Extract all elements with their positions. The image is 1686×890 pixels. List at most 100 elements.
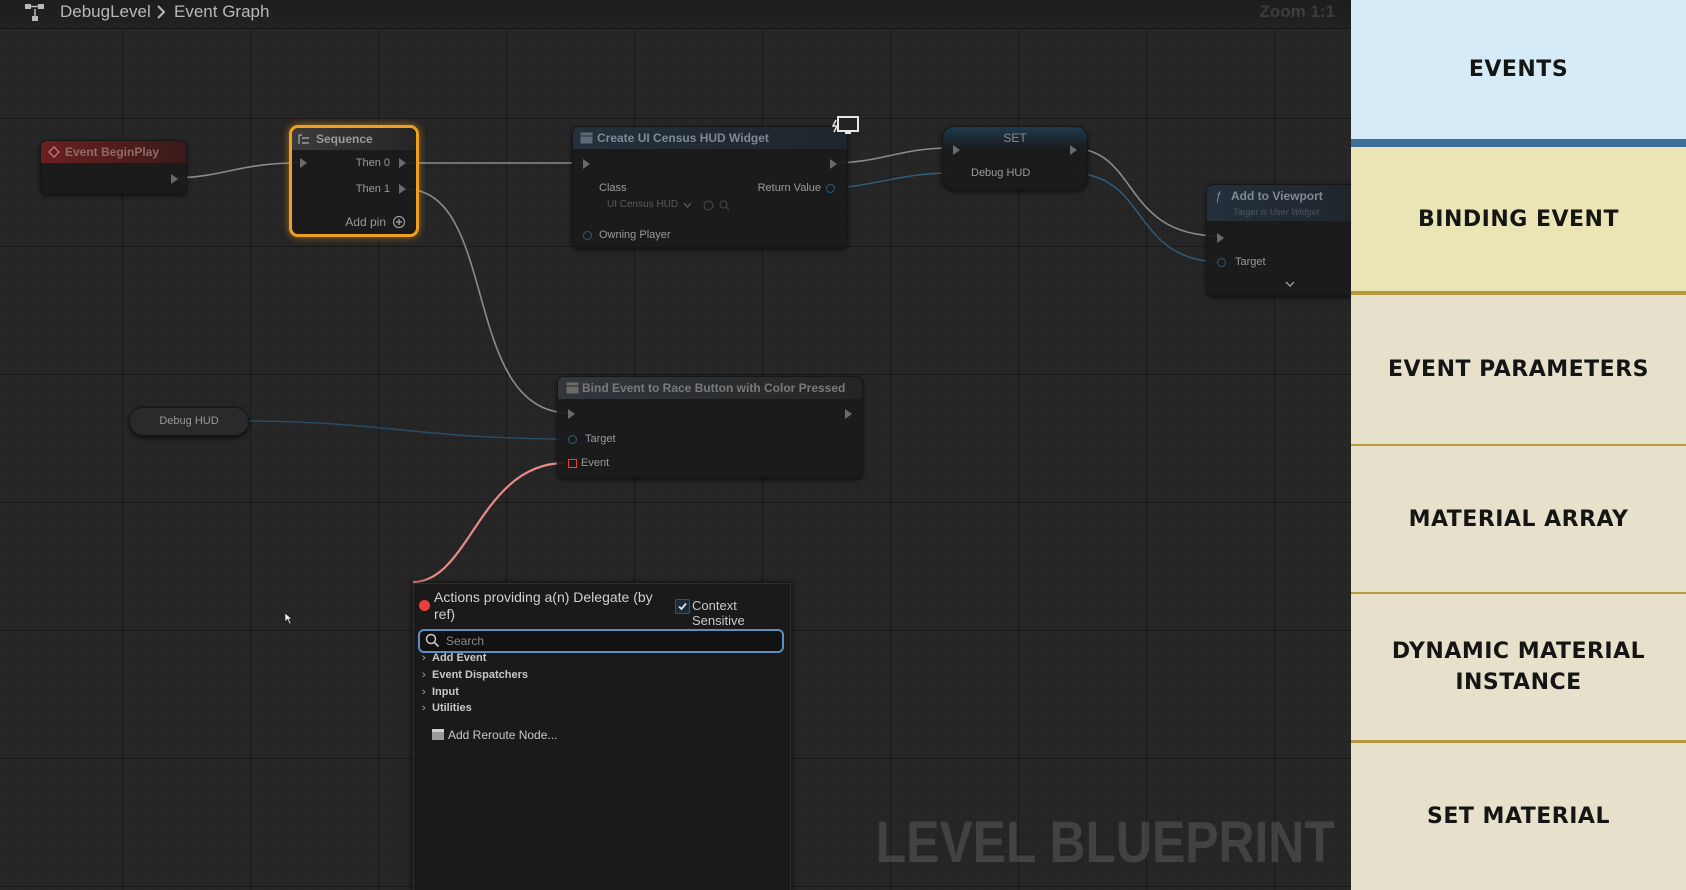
event-delegate-pin[interactable] — [568, 459, 577, 468]
category-label: Input — [432, 686, 459, 698]
exec-wire-beginplay-sequence — [171, 162, 298, 179]
exec-in-pin[interactable] — [953, 145, 960, 155]
action-search-field[interactable] — [418, 629, 784, 653]
chevron-right-icon — [157, 5, 166, 19]
topic-panel: EVENTS BINDING EVENT EVENT PARAMETERS MA… — [1351, 0, 1686, 890]
node-title: Add to Viewport — [1231, 189, 1323, 203]
node-subtitle: Target is User Widget — [1233, 207, 1320, 217]
node-header: Sequence — [292, 128, 416, 150]
node-debug-hud-getter[interactable]: Debug HUD — [129, 407, 249, 436]
exec-in-pin[interactable] — [583, 159, 590, 169]
add-reroute-node-item[interactable]: Add Reroute Node... — [432, 728, 557, 742]
node-header: Create UI Census HUD Widget — [573, 127, 847, 149]
exec-wire-then1-bind — [404, 188, 571, 414]
exec-in-pin[interactable] — [1217, 233, 1224, 243]
node-sequence[interactable]: Sequence Then 0 Then 1 Add pin — [289, 125, 419, 237]
category-label: Utilities — [432, 702, 472, 714]
pin-owning-player: Owning Player — [599, 229, 671, 241]
delegate-pin-type-icon — [419, 600, 430, 611]
node-create-widget[interactable]: Create UI Census HUD Widget Class UI Cen… — [572, 126, 848, 248]
category-label: Add Event — [432, 652, 487, 664]
search-icon[interactable] — [719, 200, 730, 211]
event-diamond-icon — [48, 146, 60, 158]
context-sensitive-checkbox[interactable] — [675, 599, 690, 614]
section-label: EVENTS — [1468, 57, 1569, 82]
node-title: Sequence — [316, 132, 373, 146]
category-input[interactable]: › Input — [422, 686, 459, 702]
breadcrumb-graph[interactable]: Event Graph — [174, 2, 269, 22]
add-pin-label[interactable]: Add pin — [345, 215, 386, 229]
pin-target: Target — [1235, 256, 1266, 268]
exec-in-pin[interactable] — [568, 409, 575, 419]
mouse-cursor-icon — [284, 612, 293, 625]
search-icon — [425, 633, 440, 648]
browse-icon[interactable] — [703, 200, 714, 211]
reroute-node-icon — [432, 729, 444, 740]
exec-wire-set-viewport — [1069, 147, 1221, 237]
section-set-material: SET MATERIAL — [1351, 743, 1686, 890]
breadcrumb-level[interactable]: DebugLevel — [60, 2, 151, 22]
node-event-beginplay[interactable]: Event BeginPlay — [40, 140, 187, 194]
action-context-menu[interactable]: Actions providing a(n) Delegate (by ref)… — [413, 583, 791, 890]
category-label: Event Dispatchers — [432, 669, 528, 681]
exec-out-pin-then0[interactable] — [399, 158, 406, 168]
pin-then0: Then 0 — [355, 157, 390, 169]
section-material-array: MATERIAL ARRAY — [1351, 446, 1686, 592]
chevron-right-icon: › — [422, 652, 426, 664]
chevron-right-icon: › — [422, 702, 426, 714]
chevron-down-icon[interactable] — [1285, 281, 1295, 287]
exec-in-pin[interactable] — [300, 158, 307, 168]
add-pin-icon[interactable] — [392, 215, 406, 229]
checkmark-icon — [678, 602, 687, 611]
delegate-wire-event — [412, 461, 566, 584]
level-blueprint-watermark: LEVEL BLUEPRINT — [875, 810, 1335, 875]
function-icon — [566, 382, 579, 394]
section-event-parameters: EVENT PARAMETERS — [1351, 295, 1686, 444]
owning-player-pin[interactable] — [583, 231, 592, 240]
category-add-event[interactable]: › Add Event — [422, 652, 486, 668]
exec-out-pin[interactable] — [830, 159, 837, 169]
exec-out-pin[interactable] — [1070, 145, 1077, 155]
section-label: SET MATERIAL — [1427, 804, 1610, 829]
exec-out-pin[interactable] — [845, 409, 852, 419]
section-dynamic-material-instance: DYNAMIC MATERIAL INSTANCE — [1351, 594, 1686, 740]
class-dropdown[interactable]: UI Census HUD — [607, 199, 678, 210]
sequence-icon — [298, 134, 309, 144]
search-input[interactable] — [446, 632, 766, 649]
section-events: EVENTS — [1351, 0, 1686, 139]
context-sensitive-label[interactable]: Context Sensitive — [692, 598, 790, 628]
node-set-debug-hud[interactable]: SET Debug HUD — [942, 126, 1088, 190]
category-utilities[interactable]: › Utilities — [422, 702, 472, 718]
node-bind-event[interactable]: Bind Event to Race Button with Color Pre… — [557, 376, 863, 478]
object-wire-debughud-target — [245, 420, 571, 440]
pin-return-value: Return Value — [757, 182, 821, 194]
node-header: Bind Event to Race Button with Color Pre… — [558, 377, 862, 399]
function-icon — [580, 132, 593, 144]
pin-class: Class — [599, 182, 627, 194]
chevron-right-icon: › — [422, 669, 426, 681]
section-divider — [1351, 139, 1686, 147]
exec-out-pin-then1[interactable] — [399, 184, 406, 194]
blueprint-graph-canvas[interactable]: DebugLevel Event Graph Zoom 1:1 Event Be… — [0, 0, 1351, 890]
node-header: Event BeginPlay — [41, 141, 186, 163]
section-label: BINDING EVENT — [1418, 206, 1619, 232]
graph-icon — [25, 4, 44, 21]
node-add-to-viewport[interactable]: Add to Viewport ƒ Target is User Widget … — [1206, 184, 1351, 296]
section-binding-event: BINDING EVENT — [1351, 147, 1686, 291]
exec-out-pin[interactable] — [171, 174, 178, 184]
exec-wire-create-set — [831, 147, 951, 164]
node-title: SET — [1003, 131, 1027, 145]
node-title: Create UI Census HUD Widget — [597, 131, 769, 145]
target-pin[interactable] — [568, 435, 577, 444]
pin-event: Event — [581, 457, 610, 469]
node-title: Bind Event to Race Button with Color Pre… — [582, 381, 846, 395]
category-event-dispatchers[interactable]: › Event Dispatchers — [422, 669, 528, 685]
context-menu-title: Actions providing a(n) Delegate (by ref) — [434, 589, 653, 622]
return-value-pin[interactable] — [826, 184, 835, 193]
target-pin[interactable] — [1217, 258, 1226, 267]
node-header: SET — [943, 127, 1087, 149]
chevron-down-icon[interactable] — [683, 202, 692, 208]
chevron-right-icon: › — [422, 686, 426, 698]
node-title: Event BeginPlay — [65, 145, 160, 159]
pin-then1: Then 1 — [355, 183, 390, 195]
